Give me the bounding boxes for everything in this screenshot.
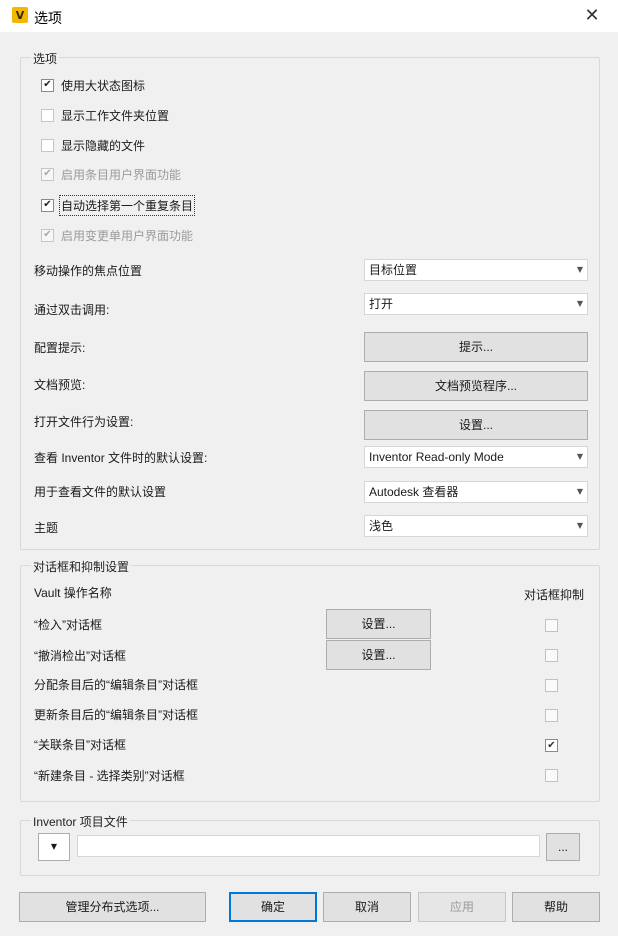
viewer-default-dropdown[interactable]: Autodesk 查看器 ▼	[364, 481, 588, 503]
doc-preview-button[interactable]: 文档预览程序...	[364, 371, 588, 401]
prompt-button[interactable]: 提示...	[364, 332, 588, 362]
check-icon: ✔	[547, 740, 556, 751]
check-icon[interactable]: ✔	[41, 78, 54, 92]
doc-preview-label: 文档预览:	[34, 378, 86, 392]
chevron-down-icon: ▼	[576, 487, 583, 496]
theme-dropdown[interactable]: 浅色 ▼	[364, 515, 588, 537]
col-header-suppress: 对话框抑制	[524, 588, 585, 602]
open-file-behavior-label: 打开文件行为设置:	[34, 415, 134, 429]
assign-item-dialog-label: 分配条目后的“编辑条目”对话框	[34, 678, 198, 692]
move-focus-label: 移动操作的焦点位置	[34, 264, 143, 278]
assign-item-suppress-checkbox[interactable]	[545, 679, 558, 692]
viewer-default-label: 用于查看文件的默认设置	[34, 485, 167, 499]
move-focus-dropdown[interactable]: 目标位置 ▼	[364, 259, 588, 281]
checkbox-show-hidden-files[interactable]: 显示隐藏的文件	[41, 136, 145, 154]
link-item-dialog-label: “关联条目”对话框	[34, 738, 126, 752]
undo-checkout-suppress-checkbox[interactable]	[545, 649, 558, 662]
dropdown-value: 目标位置	[369, 263, 418, 277]
checkbox-label: 自动选择第一个重复条目	[58, 194, 196, 216]
browse-button[interactable]: ...	[546, 833, 580, 861]
dialogs-group-title: 对话框和抑制设置	[31, 558, 132, 575]
chevron-down-icon: ▼	[576, 299, 583, 308]
chevron-down-icon: ▼	[50, 842, 58, 851]
check-icon: ✔	[41, 228, 54, 242]
undo-checkout-dialog-label: “撤消检出”对话框	[34, 649, 126, 663]
col-header-operation: Vault 操作名称	[34, 586, 112, 600]
chevron-down-icon: ▼	[576, 521, 583, 530]
apply-button: 应用	[418, 892, 506, 922]
chevron-down-icon: ▼	[576, 265, 583, 274]
window-title: 选项	[34, 10, 62, 26]
checkbox-show-working-folder[interactable]: 显示工作文件夹位置	[41, 106, 169, 124]
inventor-default-dropdown[interactable]: Inventor Read-only Mode ▼	[364, 446, 588, 468]
checkbox-label: 显示工作文件夹位置	[61, 108, 170, 123]
update-item-suppress-checkbox[interactable]	[545, 709, 558, 722]
ok-button[interactable]: 确定	[229, 892, 317, 922]
checkbox-box[interactable]	[41, 108, 54, 122]
close-icon[interactable]: ✕	[580, 4, 604, 28]
check-icon[interactable]: ✔	[41, 198, 54, 212]
app-icon-letter: V	[15, 8, 25, 22]
update-item-dialog-label: 更新条目后的“编辑条目”对话框	[34, 708, 198, 722]
manage-distributed-options-button[interactable]: 管理分布式选项...	[19, 892, 206, 922]
double-click-dropdown[interactable]: 打开 ▼	[364, 293, 588, 315]
project-group-title: Inventor 项目文件	[31, 813, 130, 830]
checkbox-label: 显示隐藏的文件	[61, 138, 146, 153]
open-file-settings-button[interactable]: 设置...	[364, 410, 588, 440]
checkbox-auto-select-duplicate[interactable]: ✔ 自动选择第一个重复条目	[41, 194, 196, 216]
theme-label: 主题	[34, 521, 59, 535]
checkbox-enable-eco-ui: ✔ 启用变更单用户界面功能	[41, 226, 193, 244]
undo-checkout-settings-button[interactable]: 设置...	[326, 640, 431, 670]
cancel-button[interactable]: 取消	[323, 892, 411, 922]
checkbox-label: 启用变更单用户界面功能	[61, 228, 194, 243]
options-group-title: 选项	[31, 50, 60, 67]
checkbox-label: 使用大状态图标	[61, 78, 146, 93]
new-item-dialog-label: “新建条目 - 选择类别”对话框	[34, 769, 185, 783]
dropdown-value: 浅色	[369, 519, 394, 533]
dropdown-value: Inventor Read-only Mode	[369, 450, 504, 464]
config-prompt-label: 配置提示:	[34, 341, 86, 355]
dropdown-value: 打开	[369, 297, 394, 311]
checkin-settings-button[interactable]: 设置...	[326, 609, 431, 639]
vault-app-icon: V	[12, 7, 28, 23]
project-dropdown-button[interactable]: ▼	[38, 833, 70, 861]
checkin-dialog-label: “检入”对话框	[34, 618, 102, 632]
new-item-suppress-checkbox[interactable]	[545, 769, 558, 782]
checkin-suppress-checkbox[interactable]	[545, 619, 558, 632]
chevron-down-icon: ▼	[576, 452, 583, 461]
checkbox-use-large-status-icons[interactable]: ✔ 使用大状态图标	[41, 76, 145, 94]
double-click-label: 通过双击调用:	[34, 303, 110, 317]
link-item-suppress-checkbox[interactable]: ✔	[545, 739, 558, 752]
inventor-default-label: 查看 Inventor 文件时的默认设置:	[34, 451, 208, 465]
checkbox-label: 启用条目用户界面功能	[61, 167, 182, 182]
title-bar: V 选项 ✕	[0, 0, 618, 32]
project-path-input[interactable]	[77, 835, 540, 857]
checkbox-enable-item-ui: ✔ 启用条目用户界面功能	[41, 165, 181, 183]
help-button[interactable]: 帮助	[512, 892, 600, 922]
check-icon: ✔	[41, 167, 54, 181]
checkbox-box[interactable]	[41, 138, 54, 152]
dropdown-value: Autodesk 查看器	[369, 485, 459, 499]
